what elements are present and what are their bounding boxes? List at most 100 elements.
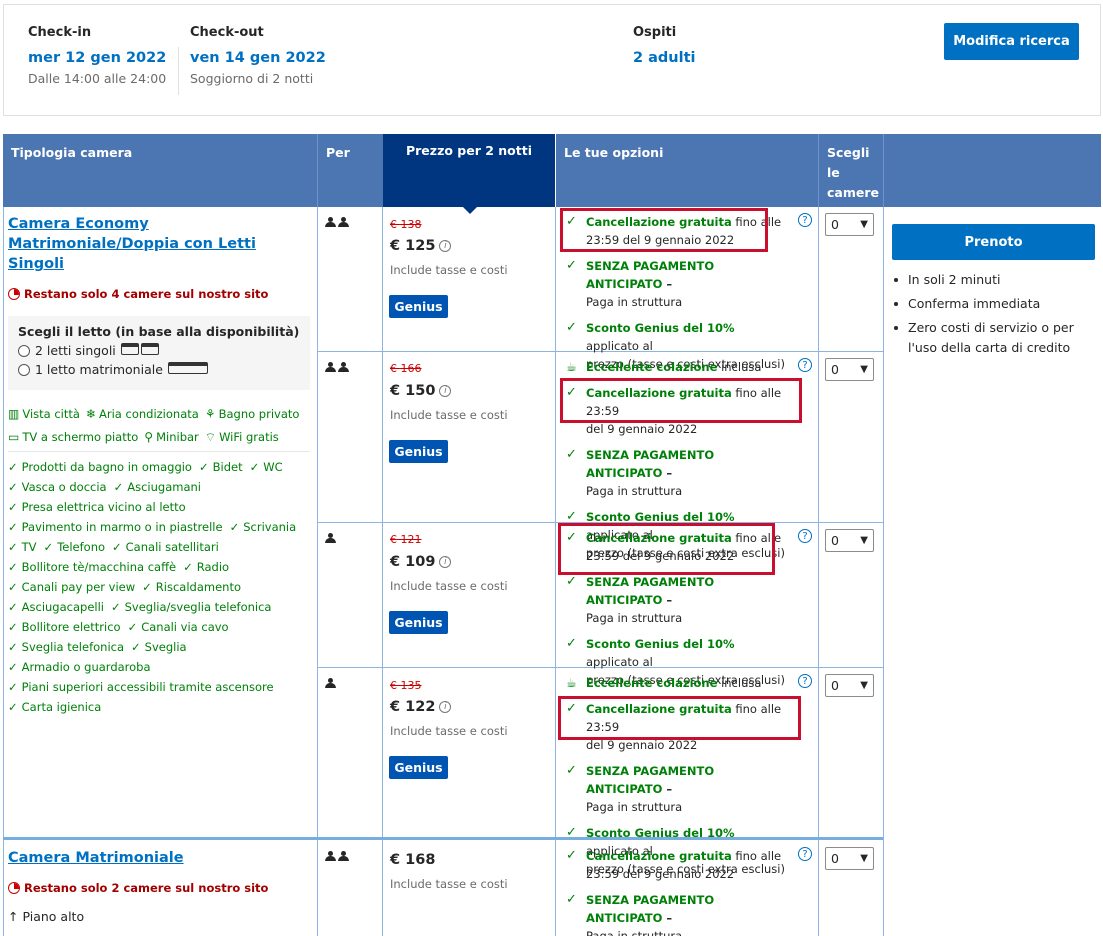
benefit-item: Conferma immediata <box>892 294 1092 314</box>
tv-icon: ▭ <box>8 430 20 444</box>
th-options: Le tue opzioni <box>556 134 818 207</box>
highlight-box <box>558 696 801 740</box>
th-reserve <box>883 134 1101 207</box>
chevron-down-icon: ▼ <box>860 364 868 375</box>
benefit-item: Zero costi di servizio o per l'uso della… <box>892 318 1092 358</box>
cancellation-policy: Cancellazione gratuita fino alle23:59 de… <box>566 847 786 883</box>
urgency-message: Restano solo 4 camere sul nostro sito <box>8 287 268 301</box>
two-guests-icon <box>325 362 349 373</box>
rate-options: Cancellazione gratuita fino alle23:59 de… <box>566 847 786 936</box>
info-icon: i <box>439 701 452 713</box>
genius-badge: Genius <box>389 756 448 779</box>
highlight-box <box>560 208 768 252</box>
checkin-time: Dalle 14:00 alle 24:00 <box>28 71 167 86</box>
th-select: Scegli le camere <box>819 134 883 207</box>
chevron-down-icon: ▼ <box>860 680 868 691</box>
room-name-economy[interactable]: Camera Economy Matrimoniale/Doppia con L… <box>8 214 298 274</box>
two-guests-icon <box>325 217 349 228</box>
th-room-type: Tipologia camera <box>3 134 317 207</box>
checkout-label: Check-out <box>190 25 264 40</box>
bed-title: Scegli il letto (in base alla disponibil… <box>18 324 300 339</box>
clock-icon <box>8 288 20 300</box>
checkin-label: Check-in <box>28 25 92 40</box>
price: € 125 i <box>390 238 452 254</box>
breakfast-included: Eccellente colazione inclusa <box>566 358 786 376</box>
urgency-message: Restano solo 2 camere sul nostro sito <box>8 881 268 895</box>
room-quantity-select[interactable]: 0 ▼ <box>825 358 874 381</box>
stay-length: Soggiorno di 2 notti <box>190 71 314 86</box>
radio-button[interactable] <box>18 344 30 357</box>
bed-choice: Scegli il letto (in base alla disponibil… <box>8 316 310 390</box>
genius-badge: Genius <box>389 295 448 318</box>
taxes-note: Include tasse e costi <box>390 724 508 738</box>
price: € 122 i <box>390 699 452 715</box>
help-icon[interactable]: ? <box>798 674 812 688</box>
th-per: Per <box>318 134 383 207</box>
th-price-pointer <box>462 206 478 214</box>
help-icon[interactable]: ? <box>798 213 812 227</box>
clock-icon <box>8 882 20 894</box>
help-icon[interactable]: ? <box>798 847 812 861</box>
guests-block: Ospiti 2 adulti <box>633 25 696 66</box>
room-feature: ↑ Piano alto <box>8 909 85 924</box>
original-price: € 121 <box>390 533 422 546</box>
minibar-icon: ⚲ <box>144 430 154 444</box>
radio-button[interactable] <box>18 363 30 376</box>
room-name-double[interactable]: Camera Matrimoniale <box>8 848 184 868</box>
room-quantity-select[interactable]: 0 ▼ <box>825 529 874 552</box>
original-price: € 135 <box>390 679 422 692</box>
checkout-block: Check-out ven 14 gen 2022 Soggiorno di 2… <box>190 25 326 86</box>
checkin-date: mer 12 gen 2022 <box>28 50 167 66</box>
info-icon: i <box>439 385 452 397</box>
info-icon: i <box>439 556 452 568</box>
room-facilities: ▥ Vista città ❄ Aria condizionata ⚘ Bagno p… <box>8 404 308 447</box>
room-quantity-select[interactable]: 0 ▼ <box>825 213 874 236</box>
wifi-icon: ⌔ <box>204 430 217 444</box>
two-guests-icon <box>325 851 349 862</box>
chevron-down-icon: ▼ <box>860 853 868 864</box>
no-prepayment: SENZA PAGAMENTO ANTICIPATO –Paga in stru… <box>566 573 786 627</box>
breakfast-included: Eccellente colazione inclusa <box>566 674 786 692</box>
info-icon: i <box>439 240 452 252</box>
taxes-note: Include tasse e costi <box>390 263 508 277</box>
room-quantity-select[interactable]: 0 ▼ <box>825 674 874 697</box>
taxes-note: Include tasse e costi <box>390 579 508 593</box>
price: € 150 i <box>390 383 452 399</box>
modify-search-button[interactable]: Modifica ricerca <box>944 23 1079 60</box>
guests-value: 2 adulti <box>633 50 696 66</box>
chevron-down-icon: ▼ <box>860 535 868 546</box>
divider <box>8 451 310 452</box>
no-prepayment: SENZA PAGAMENTO ANTICIPATO –Paga in stru… <box>566 762 786 816</box>
single-bed-icon <box>120 343 159 358</box>
genius-badge: Genius <box>389 611 448 634</box>
highlight-box <box>558 523 775 575</box>
taxes-note: Include tasse e costi <box>390 408 508 422</box>
price: € 109 i <box>390 554 452 570</box>
help-icon[interactable]: ? <box>798 529 812 543</box>
city-view-icon: ▥ <box>8 407 20 421</box>
th-price: Prezzo per 2 notti <box>383 134 555 207</box>
one-guest-icon <box>325 533 336 544</box>
checkout-date: ven 14 gen 2022 <box>190 50 326 66</box>
bed-option-double[interactable]: 1 letto matrimoniale <box>18 362 300 377</box>
reserve-button[interactable]: Prenoto <box>892 224 1095 260</box>
reserve-benefits: In soli 2 minuti Conferma immediata Zero… <box>892 270 1092 362</box>
price: € 168 <box>390 852 436 868</box>
arrow-up-icon: ↑ <box>8 909 19 924</box>
divider <box>178 47 179 95</box>
checkin-block: Check-in mer 12 gen 2022 Dalle 14:00 all… <box>28 25 166 86</box>
bath-icon: ⚘ <box>204 407 216 421</box>
chevron-down-icon: ▼ <box>860 219 868 230</box>
room-quantity-select[interactable]: 0 ▼ <box>825 847 874 870</box>
original-price: € 166 <box>390 362 422 375</box>
benefit-item: In soli 2 minuti <box>892 270 1092 290</box>
no-prepayment: SENZA PAGAMENTO ANTICIPATO –Paga in stru… <box>566 257 786 311</box>
help-icon[interactable]: ? <box>798 358 812 372</box>
bed-option-twin[interactable]: 2 letti singoli <box>18 343 300 358</box>
no-prepayment: SENZA PAGAMENTO ANTICIPATO –Paga in stru… <box>566 891 786 936</box>
taxes-note: Include tasse e costi <box>390 877 508 891</box>
no-prepayment: SENZA PAGAMENTO ANTICIPATO –Paga in stru… <box>566 446 786 500</box>
search-summary: Check-in mer 12 gen 2022 Dalle 14:00 all… <box>3 4 1101 116</box>
original-price: € 138 <box>390 218 422 231</box>
guests-label: Ospiti <box>633 25 677 40</box>
